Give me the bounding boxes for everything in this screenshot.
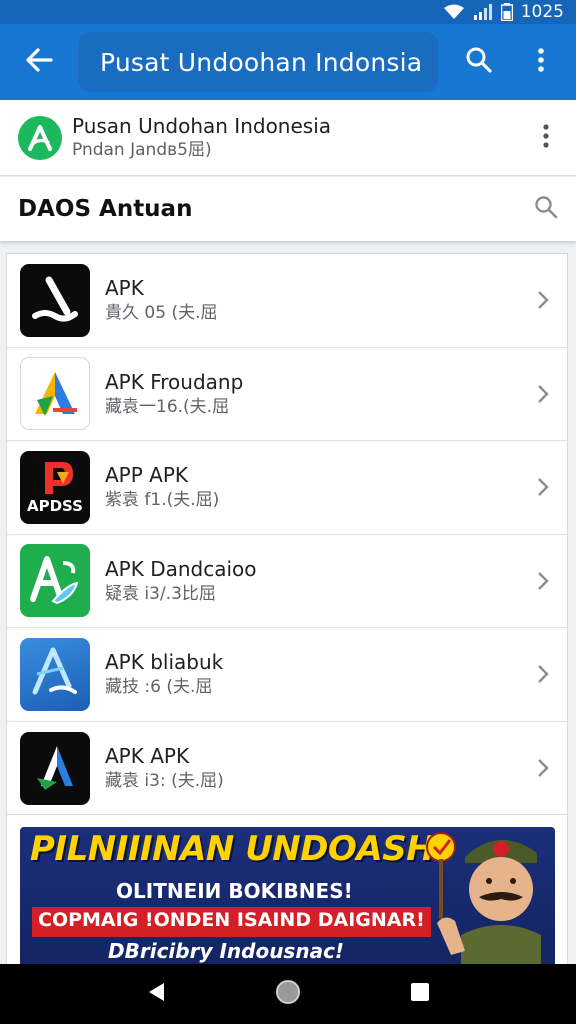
more-vert-icon (542, 123, 550, 153)
site-subtitle: Pndan Jandв​5屈) (72, 139, 212, 160)
list-item[interactable]: APK Dandcaioo 疑袁 i3/.3比屈 (7, 534, 567, 628)
list-item[interactable]: APK bliabuk 藏技 :6 (夫.屈 (7, 628, 567, 722)
app-meta: 疑袁 i3/.3比屈 (105, 583, 216, 604)
app-name: APK bliabuk (105, 650, 224, 675)
app-name: APK (105, 276, 144, 301)
back-button[interactable] (0, 24, 78, 100)
apk-blue-icon (20, 637, 90, 711)
promo-banner[interactable]: PILNIIINAN UNDOASH! OLITNEIИ BOKIBNES! C… (20, 827, 555, 964)
banner-headline: PILNIIINAN UNDOASH! (30, 829, 450, 869)
nav-home-button[interactable] (258, 964, 318, 1024)
arrow-left-icon (25, 47, 53, 77)
more-vert-icon (537, 47, 545, 77)
banner-red-strip: COPMAIG !ONDEN ISAIND DAIGNAR! (32, 907, 431, 937)
banner-subline: OLITNEIИ BOKIBNES! (116, 879, 353, 903)
banner-card: PILNIIINAN UNDOASH! OLITNEIИ BOKIBNES! C… (6, 814, 568, 964)
back-triangle-icon (146, 981, 166, 1007)
svg-text:APDSS: APDSS (27, 497, 83, 514)
chevron-right-icon (519, 758, 567, 778)
apk-green-icon (20, 544, 90, 618)
app-name: APK APK (105, 744, 190, 769)
nav-recents-button[interactable] (390, 964, 450, 1024)
system-nav-bar (0, 964, 576, 1024)
apk-black-icon (20, 263, 90, 337)
section-title: DAOS Antuan (18, 196, 193, 222)
app-list: APK 貴久 05 (夫.屈 APK Froudanp 藏袁一16.(夫.屈 A… (6, 253, 568, 816)
list-item[interactable]: APK Froudanp 藏袁一16.(夫.屈 (7, 347, 567, 441)
recents-square-icon (410, 982, 430, 1006)
chevron-right-icon (519, 571, 567, 591)
app-meta: 貴久 05 (夫.屈 (105, 303, 218, 324)
overflow-menu-button[interactable] (508, 24, 574, 100)
list-item[interactable]: APK 貴久 05 (夫.屈 (7, 254, 567, 348)
section-search-button[interactable] (516, 195, 576, 223)
apk-triangle-icon (20, 357, 90, 431)
search-icon (465, 46, 493, 78)
search-button[interactable] (450, 24, 508, 100)
list-item[interactable]: APK APK 藏袁 i3: (夫.屈) (7, 721, 567, 815)
battery-icon (500, 3, 513, 21)
apdss-icon: APDSS (20, 450, 90, 524)
list-item[interactable]: APDSS APP APK 紫袁 f1.(夫.屈) (7, 441, 567, 535)
section-header: DAOS Antuan (0, 177, 576, 241)
chevron-right-icon (519, 477, 567, 497)
wifi-icon (443, 4, 465, 20)
site-title: Pusan Undohan Indonesia (72, 113, 332, 138)
site-logo-icon (18, 115, 62, 160)
banner-footer-text: DBricibry Indousnac! (108, 939, 345, 963)
app-meta: 藏袁一16.(夫.屈 (105, 396, 230, 417)
status-time: 1025 (520, 2, 564, 22)
app-bar: Pusat Undoohan Indonsia (0, 24, 576, 100)
site-menu-button[interactable] (516, 100, 576, 176)
app-name: APP APK (105, 463, 189, 488)
chevron-right-icon (519, 384, 567, 404)
site-header: Pusan Undohan Indonesia Pndan Jandв​5屈) (0, 100, 576, 176)
app-meta: 藏技 :6 (夫.屈 (105, 677, 213, 698)
mascot-illustration-icon (425, 827, 555, 964)
apk-dark-icon (20, 731, 90, 805)
home-circle-icon (275, 979, 301, 1009)
nav-back-button[interactable] (126, 964, 186, 1024)
status-bar: 1025 (0, 0, 576, 24)
chevron-right-icon (519, 664, 567, 684)
signal-icon (473, 4, 493, 20)
app-name: APK Froudanp (105, 369, 244, 394)
app-name: APK Dandcaioo (105, 556, 257, 581)
app-meta: 紫袁 f1.(夫.屈) (105, 490, 220, 511)
chevron-right-icon (519, 290, 567, 310)
appbar-title[interactable]: Pusat Undoohan Indonsia (78, 32, 438, 92)
search-icon (534, 195, 558, 223)
app-meta: 藏袁 i3: (夫.屈) (105, 771, 224, 792)
